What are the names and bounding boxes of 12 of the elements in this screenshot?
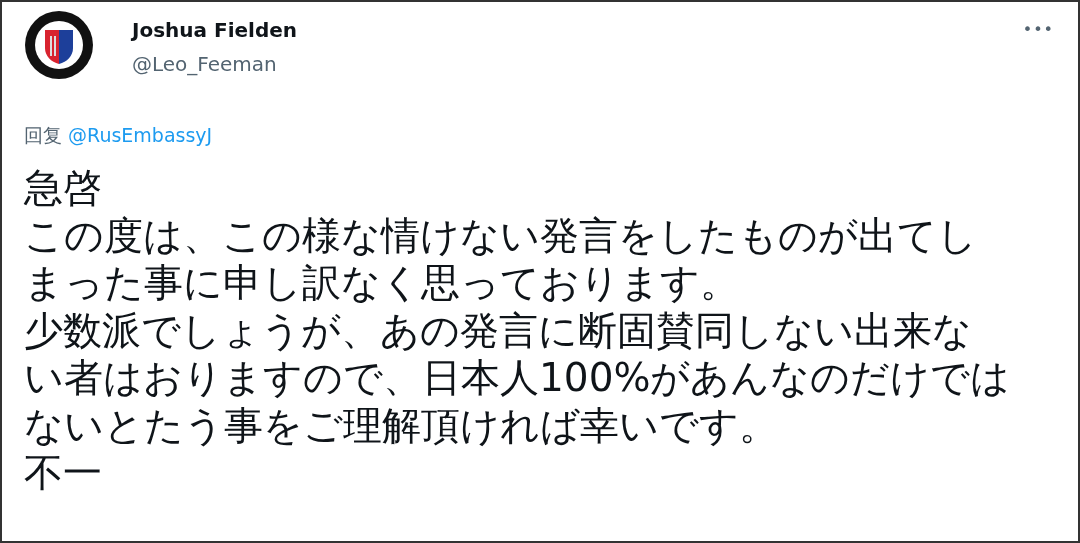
tweet-text-line: この度は、この様な情けない発言をしたものが出てし [24,211,977,259]
more-button[interactable]: ••• [1022,20,1054,40]
tweet-text-line: 少数派でしょうが、あの発言に断固賛同しない出来な [24,306,972,354]
tweet-text-line: い者はおりますので、日本人100%があんなのだけでは [24,354,1011,402]
author-handle[interactable]: @Leo_Feeman [132,51,298,77]
tweet-text-line: まった事に申し訳なく思っております。 [24,259,739,307]
author-name[interactable]: Joshua Fielden [132,17,298,43]
avatar-logo-icon [24,10,94,80]
tweet-text-line: 不一 [24,449,102,497]
tweet-text-line: ないとたう事をご理解頂ければ幸いです。 [24,401,778,449]
reply-label: 回复 [24,124,62,146]
tweet-text-line: 急啓 [24,164,102,212]
